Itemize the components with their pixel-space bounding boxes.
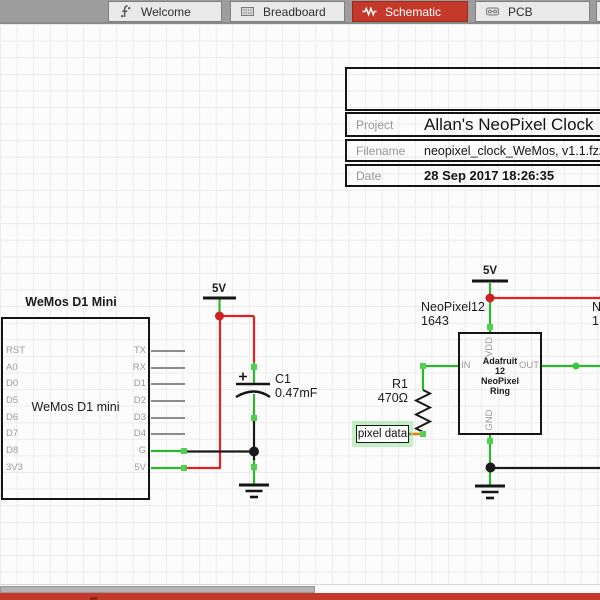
horizontal-scrollbar[interactable]: [0, 584, 600, 593]
wemos-pin-g: G: [138, 445, 146, 456]
filename-label: Filename: [356, 143, 406, 158]
breadboard-icon: [241, 7, 254, 16]
ground-symbol-right[interactable]: [475, 484, 505, 500]
neopixel-part-number[interactable]: 1643: [421, 314, 449, 328]
tab-welcome-label: Welcome: [141, 4, 191, 19]
wemos-pin-d8: D8: [6, 445, 19, 456]
wemos-pin-tx: TX: [133, 345, 146, 356]
title-block-row-project[interactable]: Project Allan's NeoPixel Clock: [345, 112, 600, 137]
wemos-title[interactable]: WeMos D1 Mini: [1, 295, 141, 309]
resistor-symbol[interactable]: [413, 389, 433, 433]
horizontal-scrollbar-thumb[interactable]: [0, 586, 315, 593]
pcb-icon: [486, 7, 499, 16]
resistor-designator[interactable]: R1: [366, 377, 408, 391]
neopixel2-designator-partial[interactable]: N: [592, 300, 600, 314]
wemos-pin-d3: D3: [133, 412, 146, 423]
tab-breadboard-label: Breadboard: [263, 4, 326, 19]
net-label-pixel-data[interactable]: pixel data: [356, 425, 409, 443]
wemos-pin-stubs[interactable]: [151, 350, 185, 435]
title-block-row-date[interactable]: Date 28 Sep 2017 18:26:35: [345, 164, 600, 187]
neopixel-pin-out: OUT: [518, 360, 539, 371]
capacitor-value[interactable]: 0.47mF: [275, 386, 317, 400]
view-tab-bar: Welcome Breadboard Schematic PCB: [0, 0, 600, 24]
wemos-pin-d0: D0: [6, 378, 19, 389]
capacitor-designator[interactable]: C1: [275, 372, 291, 386]
wemos-pin-d2: D2: [133, 395, 146, 406]
wemos-pin-d6: D6: [6, 412, 19, 423]
neopixel-pin-vdd: VDD: [484, 336, 495, 358]
filename-value: neopixel_clock_WeMos, v1.1.fzz: [424, 143, 600, 158]
connection-points[interactable]: [181, 324, 493, 471]
tab-welcome[interactable]: Welcome: [108, 1, 222, 22]
wemos-pin-5v: 5V: [134, 462, 146, 473]
neopixel-body-line-4: Ring: [490, 386, 510, 396]
ground-symbol-left[interactable]: [239, 483, 269, 499]
tab-pcb[interactable]: PCB: [475, 1, 590, 22]
wemos-pin-a0: A0: [6, 362, 18, 373]
wemos-pin-3v3: 3V3: [6, 462, 23, 473]
neopixel-pin-gnd: GND: [484, 409, 495, 431]
neopixel-pin-in: IN: [461, 360, 471, 371]
wemos-pin-rx: RX: [132, 362, 146, 373]
tab-overflow-sliver[interactable]: [596, 1, 600, 22]
power-5v-label-left[interactable]: 5V: [202, 283, 236, 295]
neopixel2-part-number-partial[interactable]: 1: [592, 314, 599, 328]
wemos-pin-d5: D5: [6, 395, 19, 406]
power-5v-symbols[interactable]: [203, 279, 508, 300]
date-value: 28 Sep 2017 18:26:35: [424, 168, 555, 183]
fritzing-window: Welcome Breadboard Schematic PCB Project…: [0, 0, 600, 600]
project-value: Allan's NeoPixel Clock: [424, 114, 594, 134]
neopixel-designator[interactable]: NeoPixel12: [421, 300, 485, 314]
title-block-row-filename[interactable]: Filename neopixel_clock_WeMos, v1.1.fzz: [345, 139, 600, 162]
capacitor-plus-mark: [239, 372, 247, 381]
tab-breadboard[interactable]: Breadboard: [230, 1, 345, 22]
power-5v-label-right[interactable]: 5V: [472, 265, 508, 277]
project-label: Project: [356, 117, 394, 132]
wemos-pin-d1: D1: [133, 378, 146, 389]
tab-pcb-label: PCB: [508, 4, 533, 19]
tab-schematic[interactable]: Schematic: [352, 1, 468, 22]
title-block-header-box[interactable]: [345, 67, 600, 111]
neopixel-body-line-3: NeoPixel: [480, 376, 520, 386]
schematic-icon: [362, 6, 377, 17]
resistor-value[interactable]: 470Ω: [366, 391, 408, 405]
date-label: Date: [356, 168, 382, 183]
wemos-pin-rst: RST: [6, 345, 25, 356]
tab-schematic-label: Schematic: [385, 4, 442, 19]
wemos-pin-d7: D7: [6, 428, 19, 439]
fritzing-logo-icon: [120, 5, 131, 18]
wemos-pin-d4: D4: [133, 428, 146, 439]
